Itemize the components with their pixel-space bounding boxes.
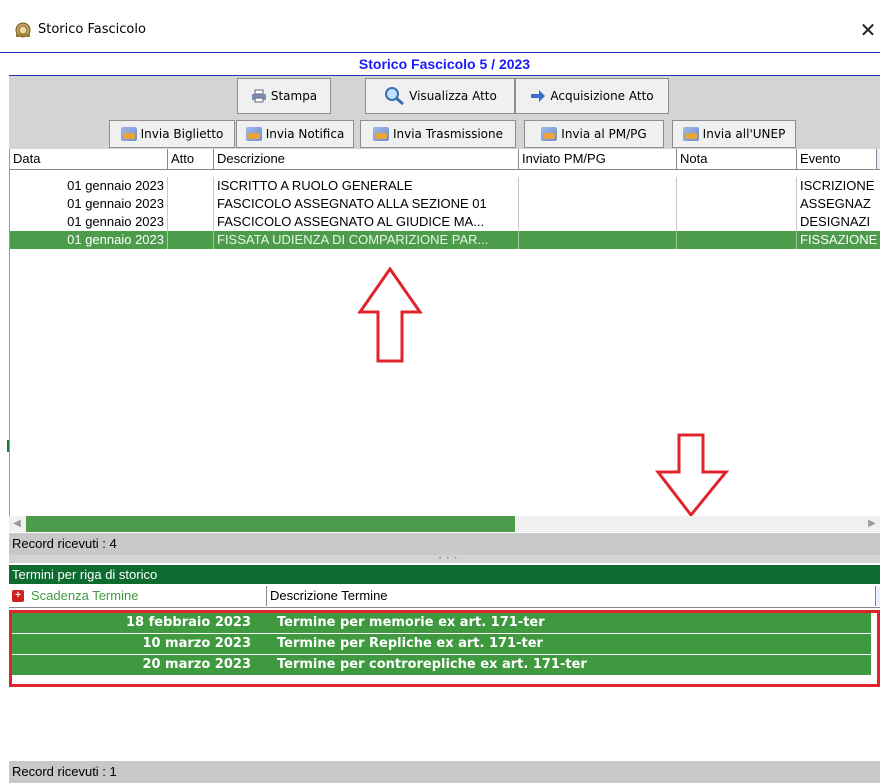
invia-unep-button[interactable]: Invia all'UNEP	[672, 120, 796, 148]
cell-inviato	[519, 177, 677, 195]
mail-icon	[372, 127, 389, 141]
cell-descrizione: FISSATA UDIENZA DI COMPARIZIONE PAR...	[214, 231, 519, 249]
cell-inviato	[519, 195, 677, 213]
cell-data: 01 gennaio 2023	[10, 195, 168, 213]
invia-pm-pg-button[interactable]: Invia al PM/PG	[524, 120, 664, 148]
cell-evento: FISSAZIONE	[800, 232, 878, 247]
cell-atto	[168, 213, 214, 231]
column-descrizione-termine[interactable]: Descrizione Termine	[267, 586, 876, 606]
cell-descrizione: FASCICOLO ASSEGNATO AL GIUDICE MA...	[214, 213, 519, 231]
history-grid-header: Data Atto Descrizione Inviato PM/PG Nota…	[10, 149, 880, 170]
cell-descrizione: ISCRITTO A RUOLO GENERALE	[214, 177, 519, 195]
column-nota[interactable]: Nota	[677, 149, 797, 169]
cell-atto	[168, 177, 214, 195]
annotation-highlight-box	[9, 610, 880, 687]
left-margin	[0, 53, 9, 783]
cell-evento: ASSEGNAZ	[800, 196, 871, 211]
table-row[interactable]: 01 gennaio 2023 ISCRITTO A RUOLO GENERAL…	[10, 177, 880, 195]
magnifier-icon	[385, 87, 405, 106]
table-row[interactable]: 01 gennaio 2023 FASCICOLO ASSEGNATO AL G…	[10, 213, 880, 231]
scroll-right-icon[interactable]: ▶	[864, 516, 880, 532]
cell-atto	[168, 231, 214, 249]
cell-nota	[677, 177, 797, 195]
column-overflow	[876, 586, 880, 606]
cell-evento: DESIGNAZI	[800, 214, 871, 229]
cell-inviato	[519, 231, 677, 249]
horizontal-scrollbar[interactable]: ◀ ▶	[9, 516, 880, 532]
cell-atto	[168, 195, 214, 213]
title-bar: Storico Fascicolo ✕	[0, 0, 880, 53]
close-icon[interactable]: ✕	[856, 17, 880, 43]
column-scadenza-termine[interactable]: Scadenza Termine	[9, 586, 267, 606]
stampa-label: Stampa	[270, 89, 318, 103]
mail-icon	[120, 127, 137, 141]
mail-icon	[245, 127, 262, 141]
page-header: Storico Fascicolo 5 / 2023	[9, 53, 880, 76]
terms-status: Record ricevuti : 1	[9, 761, 880, 783]
invia-trasmissione-button[interactable]: Invia Trasmissione	[360, 120, 516, 148]
column-atto[interactable]: Atto	[168, 149, 214, 169]
cell-nota	[677, 195, 797, 213]
history-grid: Data Atto Descrizione Inviato PM/PG Nota…	[9, 149, 880, 516]
window-title: Storico Fascicolo	[38, 22, 146, 37]
acquire-arrow-icon	[531, 90, 546, 102]
mail-icon	[682, 127, 699, 141]
panel-splitter[interactable]: • • •	[9, 555, 880, 563]
column-data[interactable]: Data	[10, 149, 168, 169]
cell-evento: ISCRIZIONE	[800, 178, 875, 193]
mail-icon	[541, 127, 558, 141]
column-inviato-pm-pg[interactable]: Inviato PM/PG	[519, 149, 677, 169]
invia-trasmissione-label: Invia Trasmissione	[392, 127, 504, 141]
scroll-left-icon[interactable]: ◀	[9, 516, 25, 532]
annotation-arrow-up-icon	[357, 266, 423, 363]
stampa-button[interactable]: Stampa	[237, 78, 331, 114]
visualizza-atto-button[interactable]: Visualizza Atto	[365, 78, 515, 114]
invia-biglietto-button[interactable]: Invia Biglietto	[109, 120, 235, 148]
splitter-grip-icon: • • •	[439, 556, 459, 562]
invia-biglietto-label: Invia Biglietto	[140, 127, 224, 141]
print-icon	[251, 89, 266, 103]
column-evento[interactable]: Evento	[797, 149, 877, 169]
cell-inviato	[519, 213, 677, 231]
page-title: Storico Fascicolo 5 / 2023	[358, 56, 531, 72]
table-row[interactable]: 01 gennaio 2023 FASCICOLO ASSEGNATO ALLA…	[10, 195, 880, 213]
column-descrizione[interactable]: Descrizione	[214, 149, 519, 169]
app-emblem-icon	[15, 22, 31, 38]
history-status: Record ricevuti : 4	[9, 533, 880, 555]
invia-unep-label: Invia all'UNEP	[702, 127, 786, 141]
scrollbar-thumb[interactable]	[26, 516, 515, 532]
cell-data: 01 gennaio 2023	[10, 213, 168, 231]
cell-data: 01 gennaio 2023	[10, 177, 168, 195]
toolbar: Stampa Visualizza Atto Acquisizione Atto…	[9, 76, 880, 149]
annotation-arrow-down-icon	[654, 433, 730, 518]
cell-nota	[677, 213, 797, 231]
terms-grid-header: + Scadenza Termine Descrizione Termine	[9, 586, 880, 608]
invia-pm-pg-label: Invia al PM/PG	[561, 127, 647, 141]
cell-nota	[677, 231, 797, 249]
cell-descrizione: FASCICOLO ASSEGNATO ALLA SEZIONE 01	[214, 195, 519, 213]
invia-notifica-label: Invia Notifica	[265, 127, 345, 141]
acquisizione-atto-button[interactable]: Acquisizione Atto	[515, 78, 669, 114]
invia-notifica-button[interactable]: Invia Notifica	[236, 120, 354, 148]
table-row-selected[interactable]: 01 gennaio 2023 FISSATA UDIENZA DI COMPA…	[10, 231, 880, 249]
cell-data: 01 gennaio 2023	[10, 231, 168, 249]
terms-panel-title: Termini per riga di storico	[9, 565, 880, 584]
visualizza-atto-label: Visualizza Atto	[409, 89, 497, 103]
acquisizione-atto-label: Acquisizione Atto	[550, 89, 654, 103]
